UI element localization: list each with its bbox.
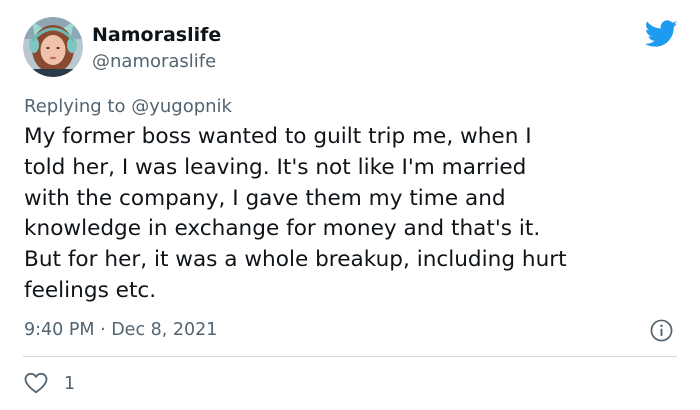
info-icon[interactable]	[650, 319, 673, 342]
avatar-photo	[23, 17, 83, 77]
tweet-card: Namoraslife @namoraslife Replying to @yu…	[0, 0, 700, 410]
author-display-name[interactable]: Namoraslife	[92, 24, 221, 46]
heart-icon[interactable]	[24, 372, 48, 394]
reply-mention-link[interactable]: @yugopnik	[131, 96, 232, 117]
replying-to-line: Replying to @yugopnik	[24, 96, 232, 118]
like-count: 1	[64, 374, 76, 394]
divider	[23, 356, 677, 357]
avatar[interactable]	[23, 17, 83, 77]
author-handle[interactable]: @namoraslife	[92, 51, 216, 73]
tweet-text: My former boss wanted to guilt trip me, …	[24, 124, 567, 303]
twitter-bird-icon[interactable]	[645, 20, 678, 48]
tweet-timestamp[interactable]: 9:40 PM · Dec 8, 2021	[24, 319, 217, 341]
replying-to-label: Replying to	[24, 96, 132, 117]
